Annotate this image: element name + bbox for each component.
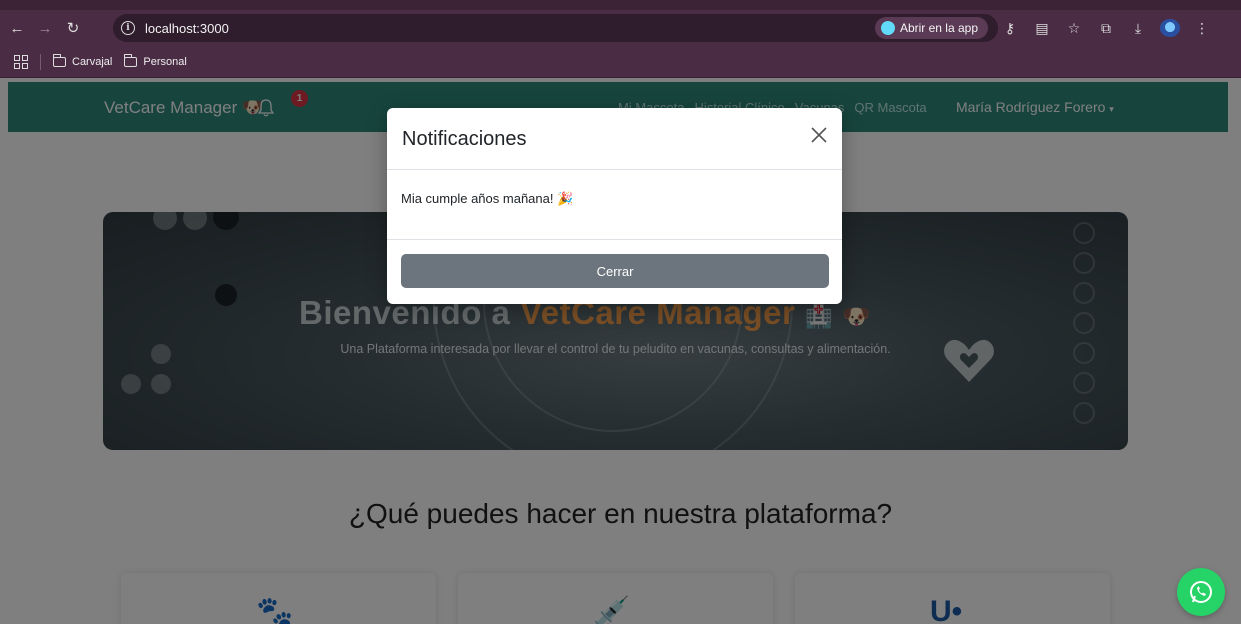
modal-footer: Cerrar bbox=[387, 240, 842, 304]
extensions-icon[interactable]: ⧉ bbox=[1096, 20, 1116, 37]
address-bar[interactable]: i localhost:3000 Abrir en la app bbox=[113, 14, 998, 42]
apps-grid-icon[interactable] bbox=[14, 54, 28, 69]
react-app-icon bbox=[880, 21, 895, 35]
forward-icon[interactable]: → bbox=[34, 17, 56, 39]
bookmarks-divider bbox=[40, 53, 41, 70]
modal-header: Notificaciones bbox=[387, 108, 842, 170]
bookmarks-bar: Carvajal Personal bbox=[0, 46, 1241, 78]
bookmark-label: Personal bbox=[143, 55, 187, 68]
modal-title: Notificaciones bbox=[402, 128, 527, 150]
browser-toolbar: ← → ↻ i localhost:3000 Abrir en la app ⚷… bbox=[0, 10, 1241, 46]
whatsapp-icon bbox=[1190, 581, 1212, 603]
url-text[interactable]: localhost:3000 bbox=[145, 21, 229, 36]
bookmark-carvajal[interactable]: Carvajal bbox=[52, 53, 113, 68]
translate-icon[interactable]: ▤ bbox=[1032, 20, 1052, 37]
modal-body: Mia cumple años mañana! 🎉 bbox=[387, 170, 842, 240]
bookmark-personal[interactable]: Personal bbox=[123, 53, 187, 68]
password-key-icon[interactable]: ⚷ bbox=[1000, 20, 1020, 37]
folder-icon bbox=[123, 53, 138, 67]
back-icon[interactable]: ← bbox=[6, 17, 28, 39]
star-icon[interactable]: ☆ bbox=[1064, 20, 1084, 37]
close-icon[interactable] bbox=[810, 126, 828, 144]
site-info-icon[interactable]: i bbox=[121, 21, 135, 35]
close-button[interactable]: Cerrar bbox=[401, 254, 829, 288]
open-in-app-button[interactable]: Abrir en la app bbox=[874, 17, 988, 39]
web-page: VetCare Manager 🐶 1 Mi Mascota Historial… bbox=[0, 78, 1241, 624]
browser-tab-strip bbox=[0, 0, 1241, 10]
download-icon[interactable]: ⤓ bbox=[1128, 20, 1148, 37]
notification-message: Mia cumple años mañana! 🎉 bbox=[401, 191, 574, 206]
folder-icon bbox=[52, 53, 66, 67]
menu-icon[interactable]: ⋮ bbox=[1192, 20, 1212, 37]
toolbar-icons: ⚷ ▤ ☆ ⧉ ⤓ ⋮ bbox=[1000, 14, 1212, 42]
whatsapp-button[interactable] bbox=[1177, 568, 1225, 616]
notifications-modal: Notificaciones Mia cumple años mañana! 🎉… bbox=[387, 108, 842, 304]
bookmark-label: Carvajal bbox=[72, 55, 113, 68]
profile-icon[interactable] bbox=[1160, 19, 1180, 37]
open-in-app-label: Abrir en la app bbox=[899, 21, 978, 35]
reload-icon[interactable]: ↻ bbox=[62, 17, 84, 39]
